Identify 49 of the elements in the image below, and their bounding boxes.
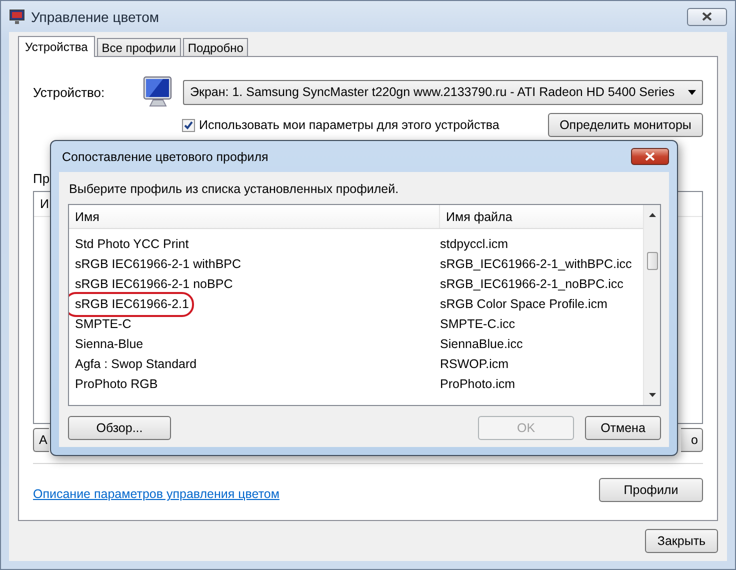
tab[interactable]: Подробно [182, 38, 248, 56]
scroll-thumb[interactable] [646, 252, 658, 270]
add-button[interactable]: А [33, 428, 49, 452]
instruction-text: Выберите профиль из списка установленных профилей. [69, 182, 400, 196]
profile-name[interactable]: sRGB IEC61966-2-1 withBPC [75, 257, 242, 271]
checkbox-label: Использовать мои параметры для этого устройства [199, 118, 500, 132]
profile-name[interactable]: Sienna-Blue [75, 337, 144, 351]
tab[interactable]: Все профили [96, 38, 181, 56]
profile-name[interactable]: sRGB IEC61966-2.1 [75, 297, 189, 311]
profile-name[interactable]: sRGB IEC61966-2-1 noBPC [75, 277, 233, 291]
close-button[interactable] [687, 8, 727, 26]
device-dropdown[interactable]: Экран: 1. Samsung SyncMaster t220gn www.2133790.ru - ATI Radeon HD 5400 Series [183, 80, 703, 104]
close-icon [702, 12, 712, 21]
profile-name[interactable]: Std Photo YCC Print [75, 237, 189, 251]
section-label: Пр [33, 171, 51, 186]
column-header: И [40, 197, 49, 211]
tab[interactable]: Устройства [18, 36, 95, 57]
dialog-title: Сопоставление цветового профиля [62, 150, 268, 164]
file-name[interactable]: SMPTE-C.icc [440, 317, 515, 331]
profiles-button[interactable]: Профили [599, 478, 703, 502]
file-name[interactable]: sRGB Color Space Profile.icm [440, 297, 608, 311]
profile-name[interactable]: Agfa : Swop Standard [75, 357, 197, 371]
identify-monitors-button[interactable]: Определить мониторы [548, 113, 703, 137]
close-button[interactable] [631, 148, 669, 165]
monitor-icon [9, 8, 25, 24]
action-button[interactable]: о [681, 428, 703, 452]
scroll-up-icon[interactable] [648, 213, 656, 217]
file-name[interactable]: stdpyccl.icm [440, 237, 508, 251]
close-icon [645, 152, 655, 161]
device-label: Устройство: [33, 84, 106, 100]
browse-button[interactable]: Обзор... [68, 416, 171, 440]
close-button[interactable]: Закрыть [645, 529, 718, 553]
caret-icon [688, 90, 696, 94]
cancel-button[interactable]: Отмена [585, 416, 661, 440]
scrollbar[interactable] [643, 205, 660, 405]
file-name[interactable]: ProPhoto.icm [440, 377, 516, 391]
file-name[interactable]: SiennaBlue.icc [440, 337, 523, 351]
file-name[interactable]: RSWOP.icm [440, 357, 509, 371]
scroll-down-icon[interactable] [648, 393, 656, 397]
window-title: Управление цветом [31, 8, 160, 24]
checkbox[interactable] [182, 118, 195, 132]
file-name[interactable]: sRGB_IEC61966-2-1_withBPC.icc [440, 257, 632, 271]
monitor-icon [143, 75, 173, 109]
profile-name[interactable]: SMPTE-C [75, 317, 132, 331]
help-link[interactable]: Описание параметров управления цветом [33, 487, 280, 501]
file-name[interactable]: sRGB_IEC61966-2-1_noBPC.icc [440, 277, 624, 291]
column-header[interactable]: Имя файла [440, 205, 512, 228]
column-header[interactable]: Имя [69, 205, 440, 228]
profile-name[interactable]: ProPhoto RGB [75, 377, 158, 391]
